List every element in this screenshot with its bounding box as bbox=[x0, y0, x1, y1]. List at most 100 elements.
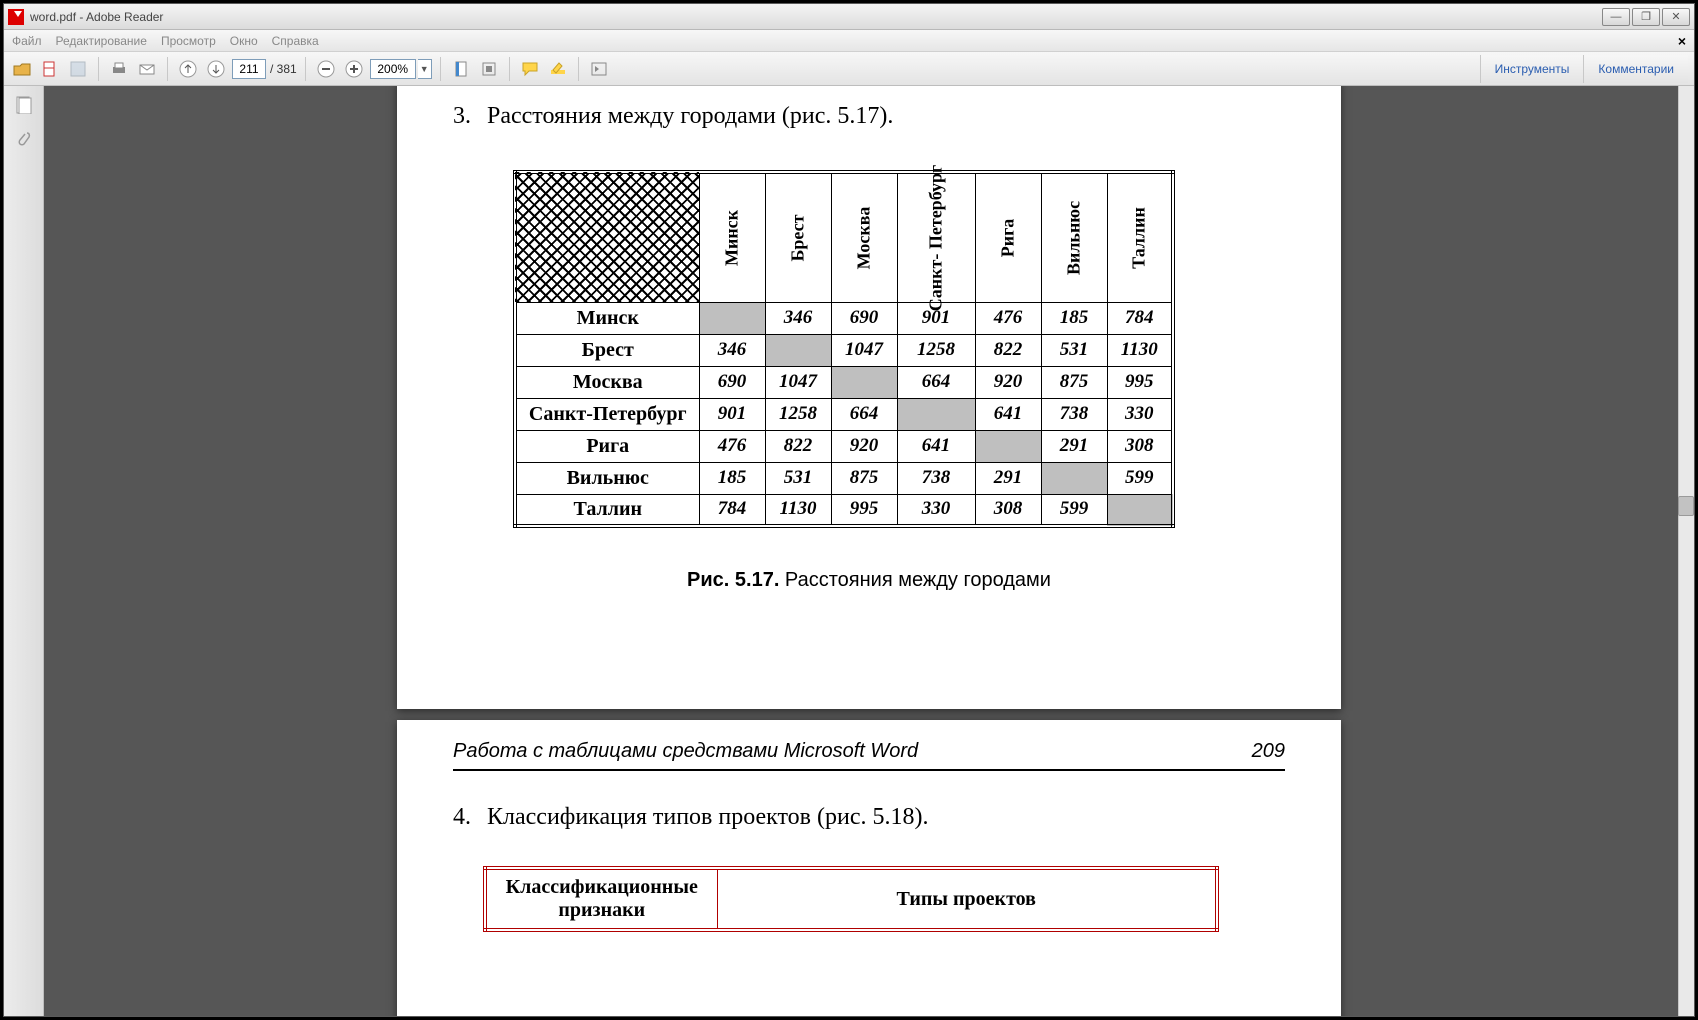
fit-page-button[interactable] bbox=[477, 57, 501, 81]
table-cell: 531 bbox=[1041, 334, 1107, 366]
table-cell: 664 bbox=[897, 366, 975, 398]
classification-table: Классификационные признаки Типы проектов bbox=[483, 866, 1219, 932]
row-header: Таллин bbox=[515, 494, 699, 526]
menu-bar: Файл Редактирование Просмотр Окно Справк… bbox=[4, 30, 1694, 52]
col-header: Санкт- Петербург bbox=[897, 172, 975, 302]
table-cell bbox=[765, 334, 831, 366]
table-cell: 901 bbox=[699, 398, 765, 430]
menu-edit[interactable]: Редактирование bbox=[56, 34, 147, 48]
maximize-button[interactable]: ❐ bbox=[1632, 8, 1660, 26]
table-cell: 346 bbox=[699, 334, 765, 366]
distance-table: Минск Брест Москва Санкт- Петербург Рига… bbox=[513, 170, 1175, 528]
table-cell: 1130 bbox=[765, 494, 831, 526]
attachments-icon[interactable] bbox=[13, 128, 35, 150]
next-page-button[interactable] bbox=[204, 57, 228, 81]
doc-close-button[interactable]: × bbox=[1678, 33, 1686, 49]
row-header: Рига bbox=[515, 430, 699, 462]
table-cell: 476 bbox=[975, 302, 1041, 334]
table-cell bbox=[1041, 462, 1107, 494]
table-cell: 185 bbox=[1041, 302, 1107, 334]
table-cell: 330 bbox=[1107, 398, 1173, 430]
prev-page-button[interactable] bbox=[176, 57, 200, 81]
minimize-button[interactable]: — bbox=[1602, 8, 1630, 26]
document-viewer[interactable]: 3.Расстояния между городами (рис. 5.17).… bbox=[44, 86, 1694, 1016]
export-pdf-button[interactable] bbox=[38, 57, 62, 81]
cls-header-1: Классификационные признаки bbox=[485, 868, 717, 930]
tools-panel-button[interactable]: Инструменты bbox=[1480, 55, 1584, 83]
table-cell: 920 bbox=[831, 430, 897, 462]
list-item-4: 4.Классификация типов проектов (рис. 5.1… bbox=[453, 804, 928, 831]
table-cell bbox=[897, 398, 975, 430]
table-cell: 476 bbox=[699, 430, 765, 462]
table-cell: 784 bbox=[699, 494, 765, 526]
figure-caption: Рис. 5.17. Расстояния между городами bbox=[397, 569, 1341, 592]
close-button[interactable]: ✕ bbox=[1662, 8, 1690, 26]
zoom-out-button[interactable] bbox=[314, 57, 338, 81]
cls-header-2: Типы проектов bbox=[717, 868, 1217, 930]
page-input[interactable] bbox=[232, 59, 266, 79]
window-title: word.pdf - Adobe Reader bbox=[30, 10, 163, 24]
running-header: Работа с таблицами средствами Microsoft … bbox=[453, 740, 1285, 771]
table-cell: 690 bbox=[831, 302, 897, 334]
print-button[interactable] bbox=[107, 57, 131, 81]
menu-window[interactable]: Окно bbox=[230, 34, 258, 48]
table-cell: 920 bbox=[975, 366, 1041, 398]
table-cell: 690 bbox=[699, 366, 765, 398]
table-cell: 875 bbox=[831, 462, 897, 494]
col-header: Вильнюс bbox=[1041, 172, 1107, 302]
table-cell: 641 bbox=[975, 398, 1041, 430]
table-cell: 308 bbox=[975, 494, 1041, 526]
table-cell: 346 bbox=[765, 302, 831, 334]
table-cell: 1258 bbox=[897, 334, 975, 366]
col-header: Брест bbox=[765, 172, 831, 302]
list-item-3: 3.Расстояния между городами (рис. 5.17). bbox=[453, 103, 893, 130]
table-cell bbox=[1107, 494, 1173, 526]
comments-panel-button[interactable]: Комментарии bbox=[1583, 55, 1688, 83]
menu-file[interactable]: Файл bbox=[12, 34, 42, 48]
col-header: Таллин bbox=[1107, 172, 1173, 302]
thumbnails-icon[interactable] bbox=[13, 94, 35, 116]
page-total: / 381 bbox=[270, 62, 297, 76]
table-cell: 599 bbox=[1041, 494, 1107, 526]
open-button[interactable] bbox=[10, 57, 34, 81]
table-cell: 1047 bbox=[765, 366, 831, 398]
table-cell: 664 bbox=[831, 398, 897, 430]
table-cell: 1258 bbox=[765, 398, 831, 430]
zoom-in-button[interactable] bbox=[342, 57, 366, 81]
table-cell: 531 bbox=[765, 462, 831, 494]
table-cell: 185 bbox=[699, 462, 765, 494]
zoom-dropdown[interactable]: ▼ bbox=[418, 59, 432, 79]
table-corner bbox=[515, 172, 699, 302]
comment-button[interactable] bbox=[518, 57, 542, 81]
table-cell: 995 bbox=[1107, 366, 1173, 398]
table-cell: 822 bbox=[765, 430, 831, 462]
menu-help[interactable]: Справка bbox=[272, 34, 319, 48]
menu-view[interactable]: Просмотр bbox=[161, 34, 216, 48]
table-cell bbox=[975, 430, 1041, 462]
table-cell: 330 bbox=[897, 494, 975, 526]
app-icon bbox=[8, 9, 24, 25]
highlight-button[interactable] bbox=[546, 57, 570, 81]
bookmark-button[interactable] bbox=[449, 57, 473, 81]
read-mode-button[interactable] bbox=[587, 57, 611, 81]
scrollbar-track[interactable] bbox=[1678, 86, 1694, 1016]
col-header: Рига bbox=[975, 172, 1041, 302]
side-rail bbox=[4, 86, 44, 1016]
table-cell: 599 bbox=[1107, 462, 1173, 494]
row-header: Минск bbox=[515, 302, 699, 334]
table-cell: 784 bbox=[1107, 302, 1173, 334]
zoom-value[interactable]: 200% bbox=[370, 59, 416, 79]
email-button[interactable] bbox=[135, 57, 159, 81]
scrollbar-thumb[interactable] bbox=[1678, 496, 1694, 516]
table-cell: 641 bbox=[897, 430, 975, 462]
table-cell: 308 bbox=[1107, 430, 1173, 462]
table-cell: 291 bbox=[1041, 430, 1107, 462]
page: Работа с таблицами средствами Microsoft … bbox=[397, 720, 1341, 1016]
save-button[interactable] bbox=[66, 57, 90, 81]
table-cell: 738 bbox=[1041, 398, 1107, 430]
table-cell: 822 bbox=[975, 334, 1041, 366]
table-cell: 1047 bbox=[831, 334, 897, 366]
table-cell bbox=[831, 366, 897, 398]
table-cell: 738 bbox=[897, 462, 975, 494]
title-bar: word.pdf - Adobe Reader — ❐ ✕ bbox=[4, 4, 1694, 30]
